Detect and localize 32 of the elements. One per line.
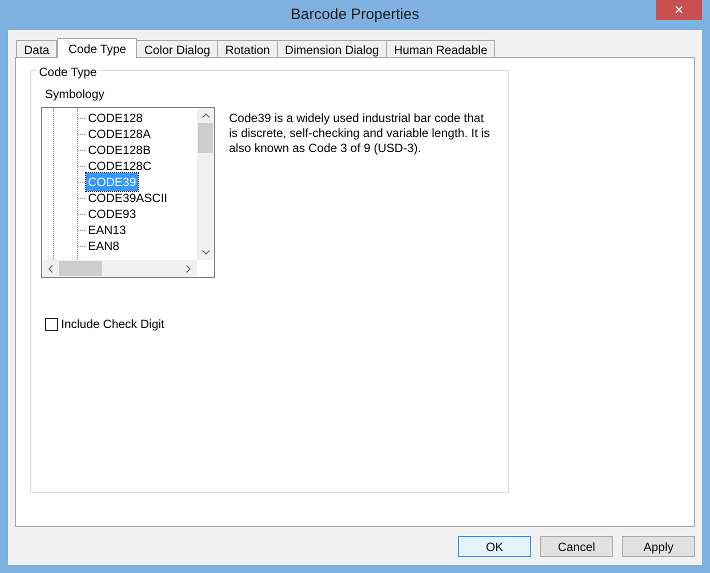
scroll-right-icon[interactable] [186,264,191,272]
symbology-label: Symbology [45,87,104,101]
tree-item[interactable]: CODE39ASCII [86,189,170,207]
tab[interactable]: Dimension Dialog [276,40,387,57]
scroll-up-icon[interactable] [202,113,210,118]
tree-item[interactable]: EAN8 [86,237,122,255]
tab[interactable]: Code Type [57,38,138,58]
tree-item[interactable]: CODE93 [86,205,138,223]
scroll-left-icon[interactable] [48,264,53,272]
checkbox-label: Include Check Digit [61,316,164,333]
tree-item[interactable]: CODE128A [86,125,153,143]
tab[interactable]: Data [16,40,58,57]
tree-item[interactable]: CODE128 [86,109,145,127]
symbology-description: Code39 is a widely used industrial bar code that is discrete, self-checking and variable length. It is also known as Code 3 of 9 (USD-3). [229,110,491,157]
window-title: Barcode Properties [290,4,420,25]
checkbox[interactable] [45,318,58,330]
close-button[interactable]: ✕ [656,0,702,20]
symbology-tree[interactable]: CODE128 CODE128A CODE128B CODE128C CODE39 CODE39ASCII CODE93 EAN13 EAN8 [41,107,215,278]
scroll-down-icon[interactable] [202,250,210,255]
horizontal-scrollbar[interactable] [42,260,197,277]
tab[interactable]: Human Readable [386,40,496,57]
dialog-button[interactable]: OK [458,536,531,557]
tree-item[interactable]: CODE128C [86,157,154,175]
tab[interactable]: Rotation [217,40,278,57]
tab[interactable]: Color Dialog [136,40,218,57]
scroll-thumb[interactable] [59,261,102,276]
dialog-button[interactable]: Cancel [540,536,613,557]
dialog-button[interactable]: Apply [622,536,695,557]
vertical-scrollbar[interactable] [197,108,214,260]
scroll-thumb[interactable] [198,123,213,153]
tree-item[interactable]: EAN13 [86,221,128,239]
tree-item[interactable]: CODE128B [86,141,153,159]
